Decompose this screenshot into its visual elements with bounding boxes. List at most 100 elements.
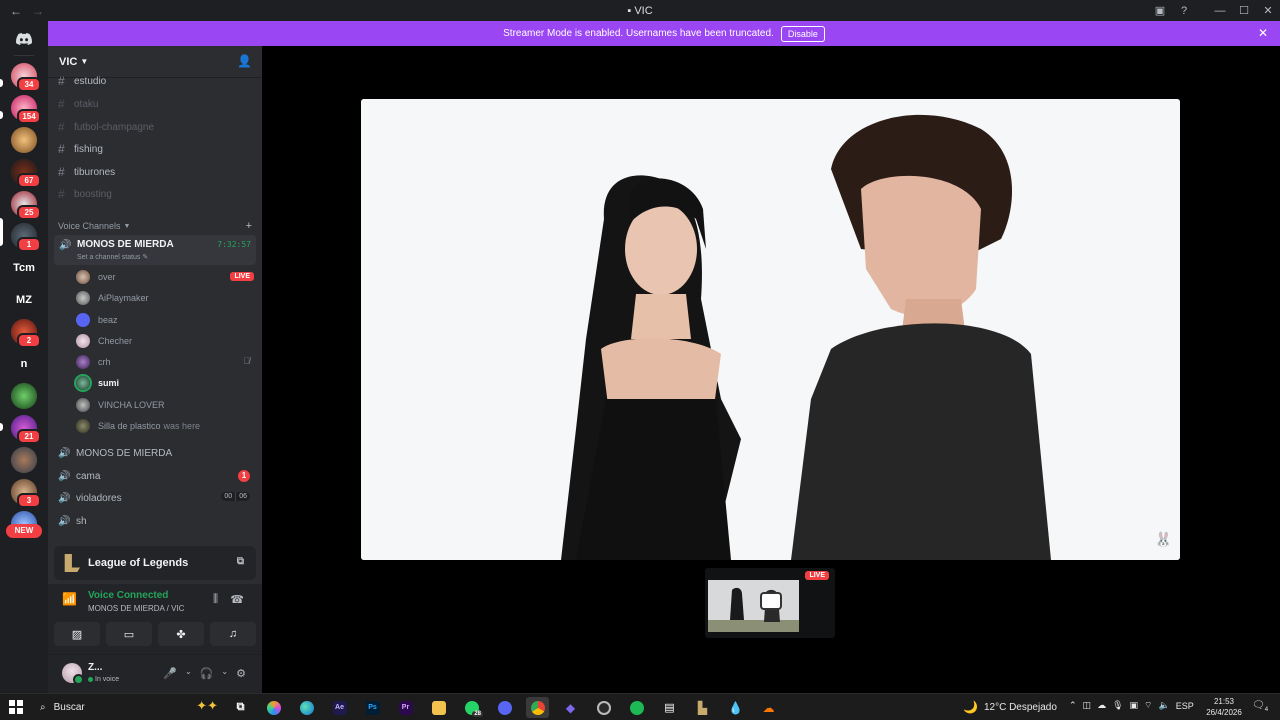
server-icon-vic[interactable]: 1 xyxy=(11,223,41,252)
server-icon-5[interactable]: 25 xyxy=(11,191,41,220)
signal-icon[interactable]: 📶 xyxy=(62,592,77,606)
server-icon-9[interactable] xyxy=(11,447,37,473)
server-icon-n[interactable]: n xyxy=(11,351,37,377)
back-arrow-icon[interactable]: ← xyxy=(10,4,22,18)
weather-widget[interactable]: 🌙 12°C Despejado xyxy=(963,700,1057,714)
media-player-icon[interactable]: ◆ xyxy=(559,697,582,718)
create-channel-icon[interactable]: + xyxy=(246,220,252,232)
server-icon-8[interactable]: 21 xyxy=(11,415,41,444)
close-banner-icon[interactable]: ✕ xyxy=(1258,26,1268,40)
volume-icon[interactable]: 🔈 xyxy=(1158,700,1169,711)
input-language[interactable]: ESP xyxy=(1176,701,1194,711)
tray-mic-icon[interactable]: 🎙 xyxy=(1112,700,1123,711)
minimize-icon[interactable]: — xyxy=(1208,5,1232,17)
settings-gear-icon[interactable]: ⚙ xyxy=(236,667,246,680)
wifi-icon[interactable]: ⌔ xyxy=(1144,700,1152,711)
maximize-icon[interactable]: ☐ xyxy=(1232,4,1256,17)
text-channel-fishing[interactable]: # fishing xyxy=(58,139,254,159)
tray-chevron-up-icon[interactable]: ⌃ xyxy=(1069,700,1077,711)
obs-icon[interactable] xyxy=(592,697,615,718)
game-activity-panel[interactable]: League of Legends ⧉ xyxy=(54,546,256,580)
voice-member[interactable]: Silla de plastico was here xyxy=(76,416,254,436)
soundcloud-icon[interactable]: ☁ xyxy=(757,697,780,718)
voice-member[interactable]: sumi xyxy=(76,373,254,393)
window-titlebar: ← → ▪ VIC ▣ ? — ☐ ✕ xyxy=(0,0,1280,21)
stream-thumbnail[interactable]: LIVE xyxy=(705,568,835,638)
stream-video[interactable]: 🐰 xyxy=(361,99,1180,560)
notifications-icon[interactable]: 🗨4 xyxy=(1252,700,1268,713)
discord-home-button[interactable] xyxy=(11,26,37,52)
soundboard-button[interactable]: ♫ xyxy=(210,622,256,646)
member-name: AiPlaymaker xyxy=(98,293,149,303)
noise-suppression-icon[interactable]: ⫼ xyxy=(213,593,218,606)
voice-location[interactable]: MONOS DE MIERDA / VIC xyxy=(88,604,184,613)
share-screen-button[interactable]: ▭ xyxy=(106,622,152,646)
inbox-icon[interactable]: ▣ xyxy=(1148,4,1172,17)
invite-member-icon[interactable]: 👤 xyxy=(237,54,252,68)
chrome-icon[interactable] xyxy=(526,697,549,718)
server-icon-7[interactable] xyxy=(11,383,37,409)
text-channel-futbol-champagne[interactable]: # futbol-champagne xyxy=(58,117,254,137)
microphone-icon[interactable]: 🎤 xyxy=(163,667,177,680)
voice-member[interactable]: VINCHA LOVER xyxy=(76,395,254,415)
server-icon-1[interactable]: 34 xyxy=(11,63,41,92)
text-channel-tiburones[interactable]: # tiburones xyxy=(58,162,254,182)
voice-channel-cama[interactable]: 🔊 cama 1 xyxy=(58,466,254,486)
disable-streamer-button[interactable]: Disable xyxy=(780,25,825,42)
file-explorer-icon[interactable] xyxy=(427,697,450,718)
start-button[interactable] xyxy=(9,700,23,714)
league-client-icon[interactable]: ▙ xyxy=(691,697,714,718)
voice-member[interactable]: Checher xyxy=(76,331,254,351)
server-icon-6[interactable]: 2 xyxy=(11,319,41,348)
server-icon-3[interactable] xyxy=(11,127,37,153)
username[interactable]: Z... xyxy=(88,662,102,673)
voice-member[interactable]: crh 🎙̸ xyxy=(76,352,254,372)
voice-member[interactable]: AiPlaymaker xyxy=(76,288,254,308)
voice-channel-sh[interactable]: 🔊 sh xyxy=(58,511,254,531)
premiere-icon[interactable]: Pr xyxy=(394,697,417,718)
mic-options-chevron-icon[interactable]: ⌄ xyxy=(185,667,192,680)
server-icon-tcm[interactable]: Tcm xyxy=(11,255,37,281)
voice-channels-category[interactable]: Voice Channels ▼ + xyxy=(58,219,254,233)
whatsapp-icon[interactable]: 28 xyxy=(460,697,483,718)
camera-off-button[interactable]: ▨ xyxy=(54,622,100,646)
voice-channel-monos[interactable]: 🔊 MONOS DE MIERDA xyxy=(58,443,254,463)
discord-taskbar-icon[interactable] xyxy=(493,697,516,718)
avatar[interactable] xyxy=(62,663,84,685)
server-icon-4[interactable]: 67 xyxy=(11,159,41,188)
server-icon-2[interactable]: 154 xyxy=(11,95,41,124)
activities-button[interactable]: ✤ xyxy=(158,622,204,646)
set-channel-status[interactable]: Set a channel status ✎ xyxy=(77,253,148,261)
audio-options-chevron-icon[interactable]: ⌄ xyxy=(221,667,228,680)
tray-app-icon[interactable]: ◫ xyxy=(1083,700,1092,711)
tray-cloud-icon[interactable]: ☁ xyxy=(1097,700,1106,711)
edge-icon[interactable] xyxy=(295,697,318,718)
voice-member[interactable]: beaz xyxy=(76,310,254,330)
voice-channel-violadores[interactable]: 🔊 violadores 00 06 xyxy=(58,488,254,508)
text-channel-estudio[interactable]: # estudio xyxy=(58,71,254,91)
voice-member[interactable]: over LIVE xyxy=(76,267,254,287)
voice-channel-active[interactable]: 🔊 MONOS DE MIERDA 7:32:57 Set a channel … xyxy=(54,235,256,265)
server-icon-mz[interactable]: MZ xyxy=(11,287,37,313)
close-window-icon[interactable]: ✕ xyxy=(1256,4,1280,17)
photoshop-icon[interactable]: Ps xyxy=(361,697,384,718)
droplet-app-icon[interactable]: 💧 xyxy=(724,697,747,718)
forward-arrow-icon[interactable]: → xyxy=(32,4,44,18)
task-view-icon[interactable]: ⧉ xyxy=(229,697,252,718)
help-icon[interactable]: ? xyxy=(1172,5,1196,17)
call-timer: 7:32:57 xyxy=(217,240,251,249)
taskbar-search[interactable]: ⌕ Buscar ✦✦ xyxy=(32,697,220,717)
copilot-icon[interactable] xyxy=(262,697,285,718)
after-effects-icon[interactable]: Ae xyxy=(328,697,351,718)
spotify-icon[interactable] xyxy=(625,697,648,718)
headphones-icon[interactable]: 🎧 xyxy=(200,667,214,680)
text-channel-otaku[interactable]: # otaku xyxy=(58,94,254,114)
tray-display-icon[interactable]: ▣ xyxy=(1130,700,1139,711)
capcut-icon[interactable]: ▤ xyxy=(658,697,681,718)
text-channel-boosting[interactable]: # boosting xyxy=(58,184,254,204)
disconnect-icon[interactable]: ☎ xyxy=(230,593,244,606)
voice-connected-label[interactable]: Voice Connected xyxy=(88,590,168,601)
taskbar-clock[interactable]: 21:53 26/4/2026 xyxy=(1200,696,1248,718)
server-icon-10[interactable]: 3 xyxy=(11,479,41,508)
share-screen-icon[interactable]: ⧉ xyxy=(237,556,244,567)
